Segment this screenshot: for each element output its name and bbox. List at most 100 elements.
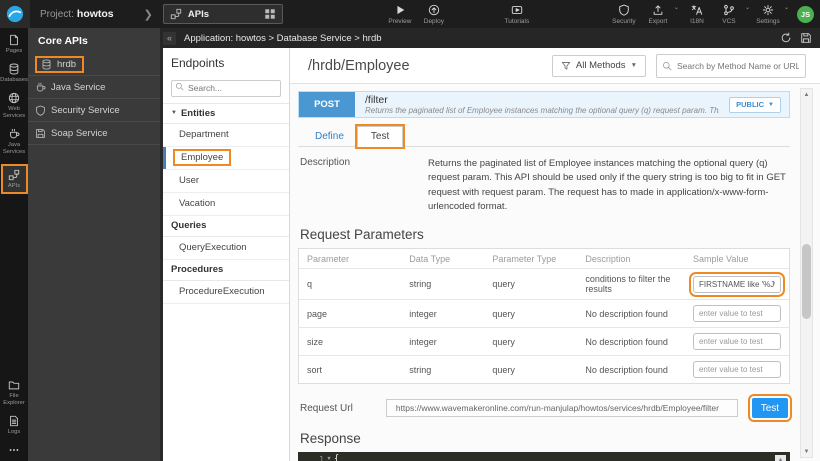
settings-button[interactable]: Settings ⌄ <box>750 0 789 28</box>
sidebar-item-databases[interactable]: Databases <box>0 63 28 84</box>
tree-section-queries[interactable]: Queries <box>163 216 289 237</box>
database-icon <box>41 59 52 70</box>
column-header: Sample Value <box>685 249 790 269</box>
api-icon <box>8 169 20 181</box>
service-item-hrdb[interactable]: hrdb <box>28 53 160 76</box>
request-parameters-table: ParameterData TypeParameter TypeDescript… <box>298 248 790 384</box>
caret-down-icon: ▼ <box>768 102 774 108</box>
page-icon <box>8 34 20 46</box>
vcs-button[interactable]: VCS ⌄ <box>711 0 750 28</box>
breadcrumb-bar: « Application: howtos > Database Service… <box>160 28 820 48</box>
chevron-right-icon: ❯ <box>144 8 153 21</box>
sidebar-item-apis[interactable]: APIs <box>1 164 28 194</box>
endpoints-panel: Endpoints ▼EntitiesDepartmentEmployeeUse… <box>160 48 290 461</box>
endpoint-info: /filter Returns the paginated list of Em… <box>355 92 729 117</box>
project-label: Project: <box>40 9 74 20</box>
scroll-up-icon[interactable]: ▲ <box>801 89 812 100</box>
table-row: pageintegerqueryNo description found <box>299 300 790 328</box>
method-search <box>656 54 806 78</box>
endpoint-path: /filter <box>365 94 719 106</box>
endpoint-item-vacation[interactable]: Vacation <box>163 193 289 216</box>
module-selector-label: APIs <box>188 9 258 20</box>
wavemaker-logo-icon <box>0 0 30 28</box>
description-label: Description <box>300 157 428 214</box>
breadcrumb: Application: howtos > Database Service >… <box>184 33 772 44</box>
description-text: Returns the paginated list of Employee i… <box>428 157 788 214</box>
column-header: Description <box>577 249 685 269</box>
request-url-label: Request Url <box>300 403 386 414</box>
table-row: sizeintegerqueryNo description found <box>299 328 790 356</box>
table-row: qstringqueryconditions to filter the res… <box>299 269 790 300</box>
endpoint-item-employee[interactable]: Employee <box>163 147 289 170</box>
scroll-up-icon[interactable]: ▲ <box>775 455 786 461</box>
refresh-icon[interactable] <box>780 32 792 44</box>
fold-arrow-icon: ▼ <box>324 456 334 461</box>
service-item-java-service[interactable]: Java Service <box>28 76 160 99</box>
tree-section-entities[interactable]: ▼Entities <box>163 103 289 124</box>
request-url-input[interactable] <box>386 399 738 417</box>
endpoint-item-user[interactable]: User <box>163 170 289 193</box>
video-icon <box>511 4 523 17</box>
sidebar-item-pages[interactable]: Pages <box>0 34 28 55</box>
more-options-button[interactable] <box>0 444 28 456</box>
tree-section-procedures[interactable]: Procedures <box>163 260 289 281</box>
sample-value-input-page[interactable] <box>693 305 781 322</box>
code-lines: 1▼{2▼ "content": [3▼ {4 "empId": 5,5 "fi… <box>298 454 790 461</box>
endpoint-item-queryexecution[interactable]: QueryExecution <box>163 237 289 260</box>
security-button[interactable]: Security <box>610 0 638 28</box>
export-button[interactable]: Export ⌄ <box>638 0 679 28</box>
sample-value-input-q[interactable] <box>693 276 781 293</box>
scroll-down-icon[interactable]: ▼ <box>801 446 812 457</box>
content-scrollbar[interactable]: ▲ ▼ <box>800 88 813 458</box>
test-button[interactable]: Test <box>752 398 788 418</box>
project-value: howtos <box>77 8 114 20</box>
ellipsis-icon <box>8 444 20 456</box>
shield-icon <box>618 4 630 17</box>
grid-icon <box>264 8 276 20</box>
endpoints-tree: ▼EntitiesDepartmentEmployeeUserVacationQ… <box>163 103 289 304</box>
hrdb-highlight-box: hrdb <box>35 56 84 73</box>
sample-value-input-sort[interactable] <box>693 361 781 378</box>
deploy-icon <box>428 4 440 17</box>
request-url-row: Request Url Test <box>298 398 790 418</box>
module-selector[interactable]: APIs <box>163 4 283 24</box>
i18n-button[interactable]: I18N <box>683 0 711 28</box>
tutorials-button[interactable]: Tutorials <box>503 0 531 28</box>
endpoint-item-department[interactable]: Department <box>163 124 289 147</box>
endpoints-search <box>171 78 281 97</box>
service-item-soap-service[interactable]: Soap Service <box>28 122 160 145</box>
request-parameters-title: Request Parameters <box>298 227 790 242</box>
soap-icon <box>35 128 46 139</box>
sidebar-item-web-services[interactable]: Web Services <box>0 92 28 120</box>
sidebar-item-logs[interactable]: Logs <box>0 415 28 436</box>
endpoint-row-filter[interactable]: POST /filter Returns the paginated list … <box>298 91 790 118</box>
content-scrollbar-thumb[interactable] <box>802 244 811 319</box>
globe-icon <box>8 92 20 104</box>
deploy-button[interactable]: Deploy <box>420 0 448 28</box>
visibility-dropdown[interactable]: PUBLIC ▼ <box>729 97 781 113</box>
service-item-security-service[interactable]: Security Service <box>28 99 160 122</box>
tab-bar: Define Test <box>298 121 790 147</box>
column-header: Data Type <box>401 249 484 269</box>
sidebar-item-java-services[interactable]: Java Services <box>0 128 28 156</box>
collapse-panel-button[interactable]: « <box>163 32 176 45</box>
endpoint-item-procedureexecution[interactable]: ProcedureExecution <box>163 281 289 304</box>
method-search-input[interactable] <box>656 54 806 78</box>
preview-button[interactable]: Preview <box>386 0 414 28</box>
endpoints-search-input[interactable] <box>171 80 281 97</box>
sidebar-item-file-explorer[interactable]: File Explorer <box>0 379 28 407</box>
filter-icon <box>561 61 571 71</box>
tab-define[interactable]: Define <box>302 127 357 146</box>
editor-scrollbar[interactable]: ▲ <box>775 455 786 461</box>
coffee-icon <box>35 82 46 93</box>
tab-test[interactable]: Test <box>357 126 403 147</box>
folder-icon <box>8 379 20 391</box>
code-line: 1▼{ <box>298 454 790 461</box>
response-title: Response <box>298 431 790 446</box>
core-apis-title: Core APIs <box>28 28 160 53</box>
sample-value-input-size[interactable] <box>693 333 781 350</box>
user-avatar[interactable]: JS <box>797 6 814 23</box>
methods-filter-dropdown[interactable]: All Methods ▼ <box>552 55 646 77</box>
save-icon[interactable] <box>800 32 812 44</box>
gear-icon <box>762 4 774 17</box>
